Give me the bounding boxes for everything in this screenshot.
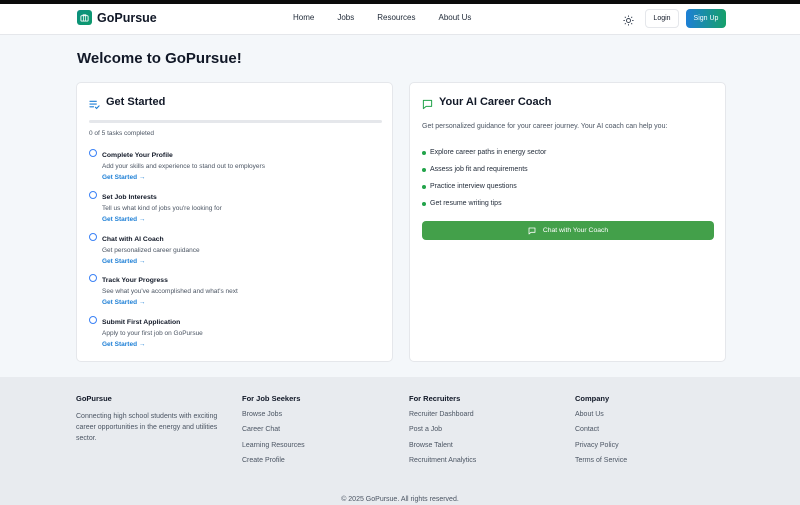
task-title: Submit First Application: [102, 319, 181, 327]
briefcase-icon: [77, 10, 92, 25]
ai-coach-title: Your AI Career Coach: [439, 96, 552, 108]
nav-resources[interactable]: Resources: [377, 13, 415, 22]
task-get-started-link[interactable]: Get Started →: [102, 216, 145, 223]
footer-link-browse-talent[interactable]: Browse Talent: [409, 442, 476, 457]
list-item: Explore career paths in energy sector: [422, 144, 546, 161]
footer-link-recruiter-dashboard[interactable]: Recruiter Dashboard: [409, 411, 476, 426]
feature-text: Practice interview questions: [430, 183, 517, 190]
list-item: Get resume writing tips: [422, 195, 546, 212]
chat-bubble-icon: [528, 227, 536, 234]
task-description: Apply to your first job on GoPursue: [102, 330, 203, 338]
footer-link-about-us[interactable]: About Us: [575, 411, 627, 426]
task-item: Complete Your Profile Add your skills an…: [89, 149, 379, 191]
page-title: Welcome to GoPursue!: [77, 50, 242, 67]
footer-link-contact[interactable]: Contact: [575, 426, 627, 441]
footer-job-seekers-column: For Job Seekers Browse Jobs Career Chat …: [242, 394, 305, 472]
footer-recruiters-column: For Recruiters Recruiter Dashboard Post …: [409, 394, 476, 472]
bullet-dot-icon: [422, 167, 426, 172]
bullet-dot-icon: [422, 150, 426, 155]
task-description: Get personalized career guidance: [102, 246, 200, 254]
brand[interactable]: GoPursue: [77, 10, 157, 25]
footer-link-terms-of-service[interactable]: Terms of Service: [575, 457, 627, 472]
ai-coach-intro: Get personalized guidance for your caree…: [422, 123, 668, 130]
footer-column-title: For Job Seekers: [242, 394, 301, 403]
nav-jobs[interactable]: Jobs: [337, 13, 354, 22]
checklist-icon: [89, 97, 100, 109]
copyright-text: © 2025 GoPursue. All rights reserved.: [341, 496, 459, 503]
footer-brand-column: GoPursue Connecting high school students…: [76, 394, 231, 444]
task-item: Chat with AI Coach Get personalized care…: [89, 232, 379, 275]
footer-link-create-profile[interactable]: Create Profile: [242, 457, 305, 472]
footer-description: Connecting high school students with exc…: [76, 413, 218, 442]
footer-link-privacy-policy[interactable]: Privacy Policy: [575, 442, 627, 457]
feature-text: Get resume writing tips: [430, 200, 502, 207]
brand-name: GoPursue: [97, 10, 157, 25]
footer-column-title: For Recruiters: [409, 394, 461, 403]
task-title: Complete Your Profile: [102, 152, 173, 159]
list-item: Practice interview questions: [422, 178, 546, 195]
site-footer: GoPursue Connecting high school students…: [0, 377, 800, 505]
task-item: Set Job Interests Tell us what kind of j…: [89, 190, 379, 233]
coach-feature-list: Explore career paths in energy sector As…: [422, 144, 546, 212]
task-item: Track Your Progress See what you've acco…: [89, 274, 379, 316]
progress-bar: [89, 120, 382, 123]
task-checkbox[interactable]: [89, 274, 97, 283]
chat-with-coach-button[interactable]: Chat with Your Coach: [422, 221, 714, 240]
get-started-title: Get Started: [106, 96, 166, 108]
site-header: GoPursue Home Jobs Resources About Us Lo…: [0, 4, 800, 35]
task-get-started-link[interactable]: Get Started →: [102, 299, 145, 306]
task-title: Set Job Interests: [102, 193, 157, 201]
chat-button-label: Chat with Your Coach: [542, 227, 609, 234]
footer-company-column: Company About Us Contact Privacy Policy …: [575, 394, 627, 472]
footer-link-recruitment-analytics[interactable]: Recruitment Analytics: [409, 457, 476, 472]
task-title: Track Your Progress: [102, 277, 168, 285]
task-get-started-link[interactable]: Get Started →: [102, 341, 145, 348]
task-list: Complete Your Profile Add your skills an…: [89, 149, 379, 358]
footer-column-title: Company: [575, 394, 610, 403]
task-checkbox[interactable]: [89, 149, 97, 157]
task-description: Add your skills and experience to stand …: [102, 163, 265, 170]
footer-link-post-a-job[interactable]: Post a Job: [409, 426, 476, 441]
list-item: Assess job fit and requirements: [422, 161, 546, 178]
task-description: Tell us what kind of jobs you're looking…: [102, 204, 222, 212]
footer-brand: GoPursue: [76, 394, 112, 403]
task-checkbox[interactable]: [89, 232, 97, 241]
task-title: Chat with AI Coach: [102, 235, 164, 243]
get-started-header: Get Started: [89, 96, 166, 109]
signup-button[interactable]: Sign Up: [686, 9, 726, 28]
progress-text: 0 of 5 tasks completed: [89, 130, 155, 137]
task-checkbox[interactable]: [89, 316, 97, 325]
bullet-dot-icon: [422, 184, 426, 189]
footer-link-learning-resources[interactable]: Learning Resources: [242, 442, 305, 457]
login-button[interactable]: Login: [645, 9, 679, 28]
task-get-started-link[interactable]: Get Started →: [102, 258, 145, 265]
task-description: See what you've accomplished and what's …: [102, 288, 238, 296]
task-item: Submit First Application Apply to your f…: [89, 316, 379, 358]
feature-text: Assess job fit and requirements: [430, 166, 528, 173]
ai-coach-header: Your AI Career Coach: [422, 96, 552, 109]
footer-link-career-chat[interactable]: Career Chat: [242, 426, 305, 441]
sun-icon[interactable]: [623, 13, 634, 26]
bullet-dot-icon: [422, 201, 426, 206]
task-checkbox[interactable]: [89, 190, 97, 199]
main-nav: Home Jobs Resources About Us: [293, 13, 494, 22]
get-started-card: Get Started 0 of 5 tasks completed Compl…: [76, 82, 393, 362]
feature-text: Explore career paths in energy sector: [430, 149, 547, 156]
chat-bubble-icon: [422, 97, 433, 109]
ai-coach-card: Your AI Career Coach Get personalized gu…: [409, 82, 726, 362]
footer-link-browse-jobs[interactable]: Browse Jobs: [242, 411, 305, 426]
task-get-started-link[interactable]: Get Started →: [102, 174, 145, 181]
nav-home[interactable]: Home: [293, 13, 314, 22]
nav-about-us[interactable]: About Us: [439, 13, 472, 22]
